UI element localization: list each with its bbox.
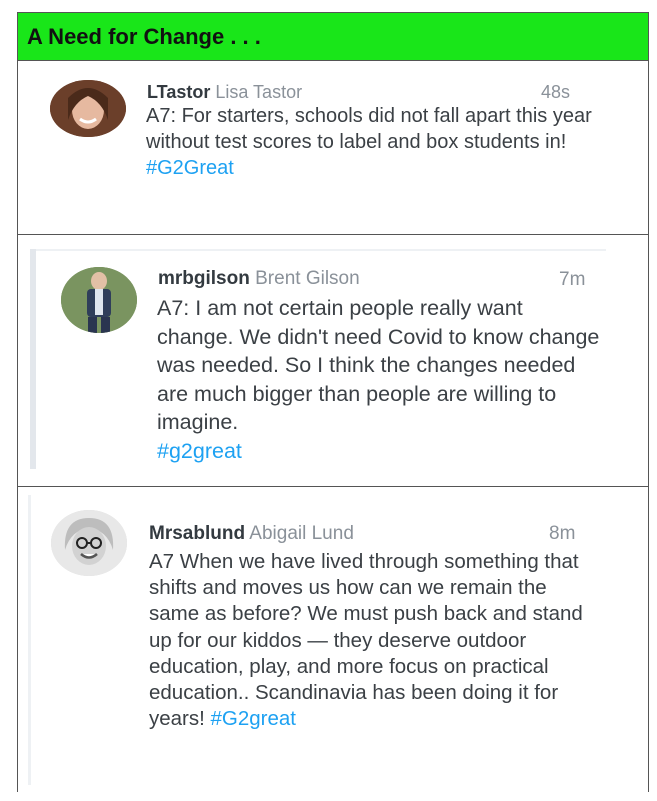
slide-frame: A Need for Change . . . LTastor Lisa Tas… bbox=[17, 12, 649, 792]
tweet-text: A7: For starters, schools did not fall a… bbox=[146, 103, 596, 181]
tweet-display-name: Abigail Lund bbox=[249, 523, 354, 544]
tweet-timestamp[interactable]: 8m bbox=[549, 523, 575, 545]
user-photo-icon bbox=[50, 80, 126, 137]
hashtag-link[interactable]: #g2great bbox=[157, 439, 242, 463]
tweet-body: A7: I am not certain people really want … bbox=[157, 296, 600, 434]
tweet-panel-3: Mrsablund Abigail Lund 8m A7 When we hav… bbox=[18, 487, 648, 792]
tweet-handle[interactable]: Mrsablund bbox=[149, 523, 245, 544]
title-bar: A Need for Change . . . bbox=[18, 13, 648, 61]
tweet-timestamp[interactable]: 7m bbox=[559, 269, 585, 291]
tweet-panel-2: mrbgilson Brent Gilson 7m A7: I am not c… bbox=[18, 235, 648, 487]
avatar[interactable] bbox=[51, 510, 127, 576]
user-photo-icon bbox=[61, 267, 137, 333]
tweet-handle[interactable]: mrbgilson bbox=[158, 268, 250, 289]
hashtag-link[interactable]: #G2Great bbox=[146, 157, 234, 179]
tweet-display-name: Brent Gilson bbox=[255, 268, 360, 289]
page-title: A Need for Change . . . bbox=[27, 23, 261, 49]
tweet-meta: Mrsablund Abigail Lund bbox=[149, 523, 354, 545]
user-photo-icon bbox=[51, 510, 127, 576]
hashtag-link[interactable]: #G2great bbox=[211, 707, 296, 730]
tweet-timestamp[interactable]: 48s bbox=[541, 82, 570, 103]
tweet-display-name: Lisa Tastor bbox=[215, 82, 303, 102]
tweet-card: LTastor Lisa Tastor 48s A7: For starters… bbox=[18, 61, 648, 234]
tweet-handle[interactable]: LTastor bbox=[147, 82, 210, 102]
avatar[interactable] bbox=[50, 80, 126, 137]
tweet-text: A7 When we have lived through something … bbox=[149, 549, 599, 732]
avatar[interactable] bbox=[61, 267, 137, 333]
tweet-card: Mrsablund Abigail Lund 8m A7 When we hav… bbox=[18, 487, 648, 792]
tweet-body: A7 When we have lived through something … bbox=[149, 550, 583, 731]
tweet-meta: LTastor Lisa Tastor bbox=[147, 82, 302, 103]
tweet-meta: mrbgilson Brent Gilson bbox=[158, 268, 360, 290]
tweet-card: mrbgilson Brent Gilson 7m A7: I am not c… bbox=[18, 235, 648, 486]
tweet-text: A7: I am not certain people really want … bbox=[157, 294, 602, 465]
tweet-panel-1: LTastor Lisa Tastor 48s A7: For starters… bbox=[18, 61, 648, 235]
tweet-body: A7: For starters, schools did not fall a… bbox=[146, 105, 592, 153]
